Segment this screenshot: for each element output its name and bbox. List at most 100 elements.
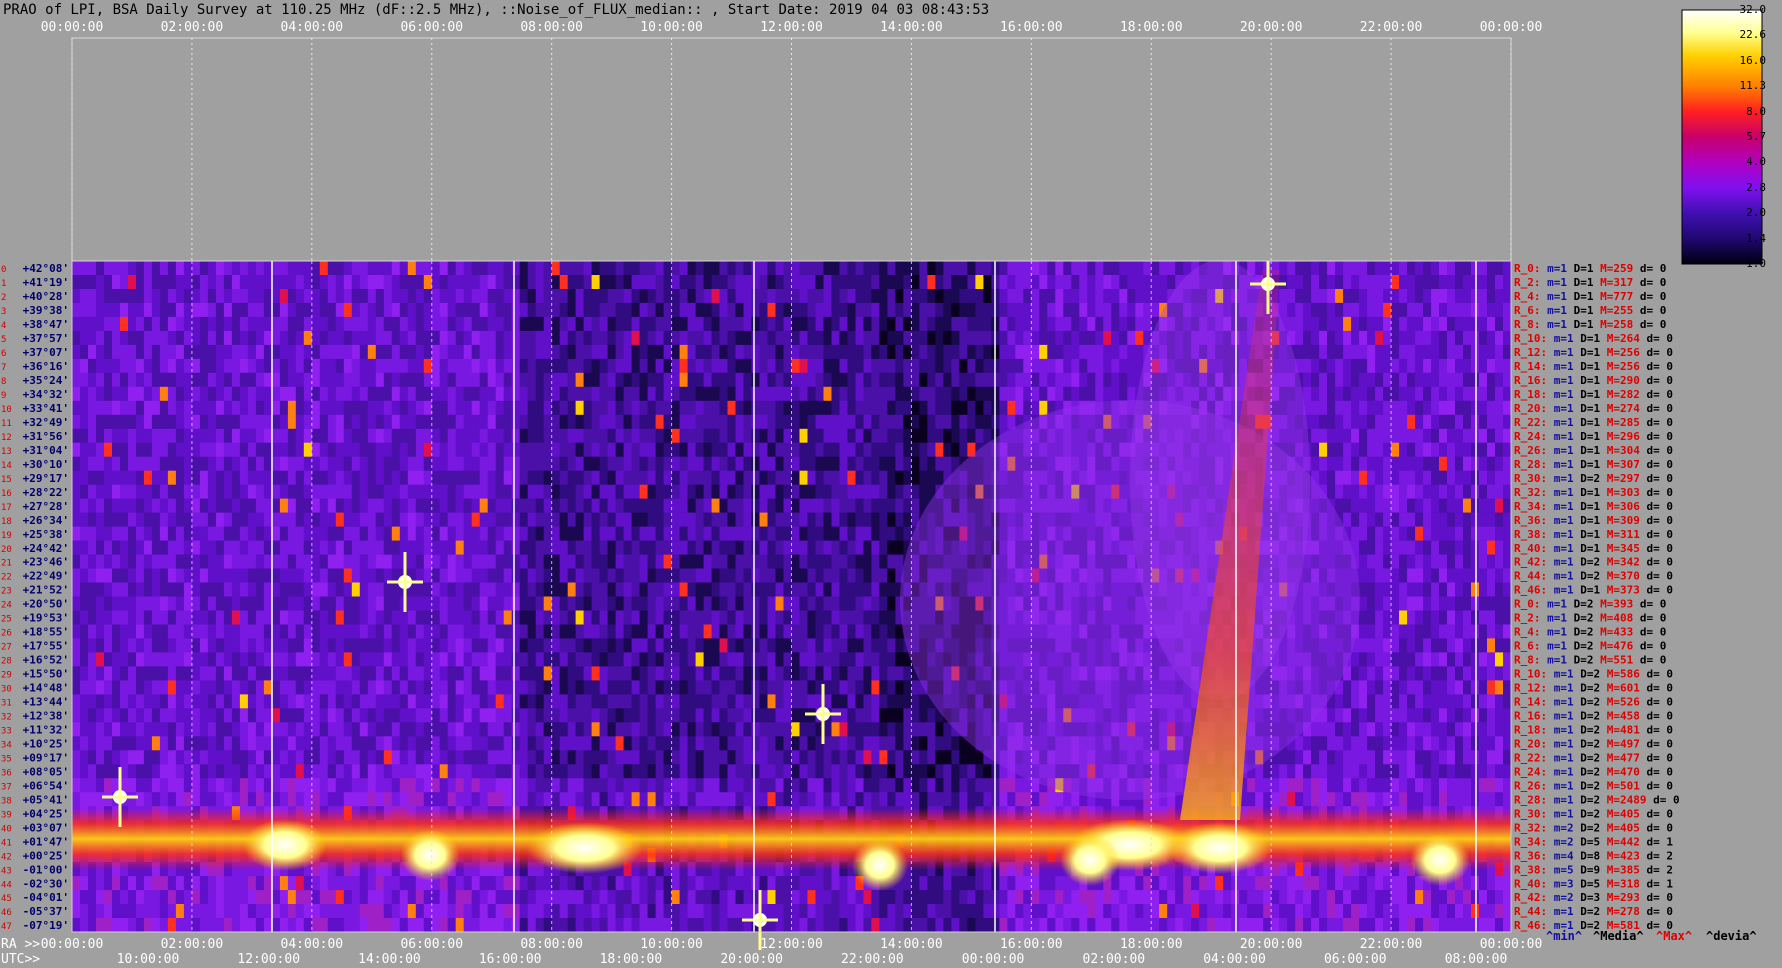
heatmap-cell [375,554,385,569]
heatmap-cell [335,638,345,653]
heatmap-cell [1487,470,1496,485]
heatmap-cell [879,358,888,374]
heatmap-cell [1055,386,1064,402]
heatmap-cell [775,358,784,374]
heatmap-cell [175,526,185,541]
heatmap-cell [143,582,153,597]
heatmap-cell [423,330,433,346]
heatmap-cell [279,470,289,485]
heatmap-cell [895,302,904,318]
heatmap-cell [1343,302,1352,318]
heatmap-cell [703,330,713,346]
heatmap-cell [863,414,872,430]
heatmap-cell [871,624,880,639]
heatmap-cell [199,484,209,499]
heatmap-cell [799,470,808,485]
heatmap-cell [671,316,681,332]
heatmap-cell [823,568,832,583]
heatmap-cell [863,358,872,374]
heatmap-cell [255,428,265,444]
heatmap-cell [1423,428,1432,444]
heatmap-cell [303,275,313,290]
heatmap-cell [191,400,201,416]
heatmap-cell [287,358,297,374]
heatmap-cell [231,554,241,569]
heatmap-cell [199,386,209,402]
heatmap-cell [551,568,561,583]
heatmap-cell [599,638,609,653]
heatmap-cell [519,358,529,374]
heatmap-cell [271,526,281,541]
heatmap-cell [247,302,257,318]
heatmap-cell [871,330,880,346]
heatmap-cell [367,344,377,360]
heatmap-cell [551,610,561,625]
heatmap-cell [343,498,353,513]
heatmap-cell [855,316,864,332]
heatmap-cell [631,414,641,430]
heatmap-cell [487,414,497,430]
heatmap-cell [1487,582,1496,597]
heatmap-cell [839,554,848,569]
heatmap-cell [791,540,800,555]
heatmap-cell [407,540,417,555]
heatmap-cell [191,372,201,388]
heatmap-cell [351,526,361,541]
heatmap-cell [143,624,153,639]
heatmap-cell [1287,261,1296,276]
heatmap-cell [311,540,321,555]
heatmap-cell [1391,610,1400,625]
heatmap-cell [175,498,185,513]
heatmap-cell [1143,275,1152,290]
heatmap-cell [1431,358,1440,374]
heatmap-cell [439,344,449,360]
heatmap-cell [143,330,153,346]
heatmap-cell [559,568,569,583]
heatmap-cell [783,484,792,499]
heatmap-cell [1367,414,1376,430]
heatmap-cell [383,316,393,332]
heatmap-cell [703,624,713,639]
heatmap-cell [1279,289,1288,304]
heatmap-cell [1495,316,1504,332]
heatmap-cell [903,526,912,541]
heatmap-cell [703,400,713,416]
heatmap-cell [799,372,808,388]
heatmap-cell [175,400,185,416]
heatmap-cell [583,302,593,318]
heatmap-cell [295,289,305,304]
heatmap-cell [279,526,289,541]
heatmap-cell [831,372,840,388]
heatmap-cell [1447,582,1456,597]
heatmap-cell [863,372,872,388]
heatmap-cell [623,330,633,346]
heatmap-cell [647,330,657,346]
heatmap-cell [775,400,784,416]
heatmap-cell [863,498,872,513]
heatmap-cell [671,554,681,569]
heatmap-cell [543,456,553,471]
heatmap-cell [1135,316,1144,332]
heatmap-cell [727,582,736,597]
heatmap-cell [487,624,497,639]
heatmap-cell [319,638,329,653]
heatmap-cell [575,428,585,444]
heatmap-cell [447,275,457,290]
heatmap-cell [559,414,569,430]
heatmap-cell [519,261,529,276]
heatmap-cell [871,275,880,290]
heatmap-cell [183,442,193,457]
heatmap-cell [591,344,601,360]
heatmap-cell [1495,540,1504,555]
heatmap-cell [943,275,952,290]
heatmap-cell [695,540,705,555]
heatmap-cell [807,596,816,611]
heatmap-cell [96,442,105,457]
heatmap-cell [327,302,337,318]
heatmap-cell [599,554,609,569]
heatmap-cell [799,456,808,471]
heatmap-cell [711,275,721,290]
heatmap-cell [799,358,808,374]
heatmap-cell [120,456,129,471]
heatmap-cell [1399,470,1408,485]
